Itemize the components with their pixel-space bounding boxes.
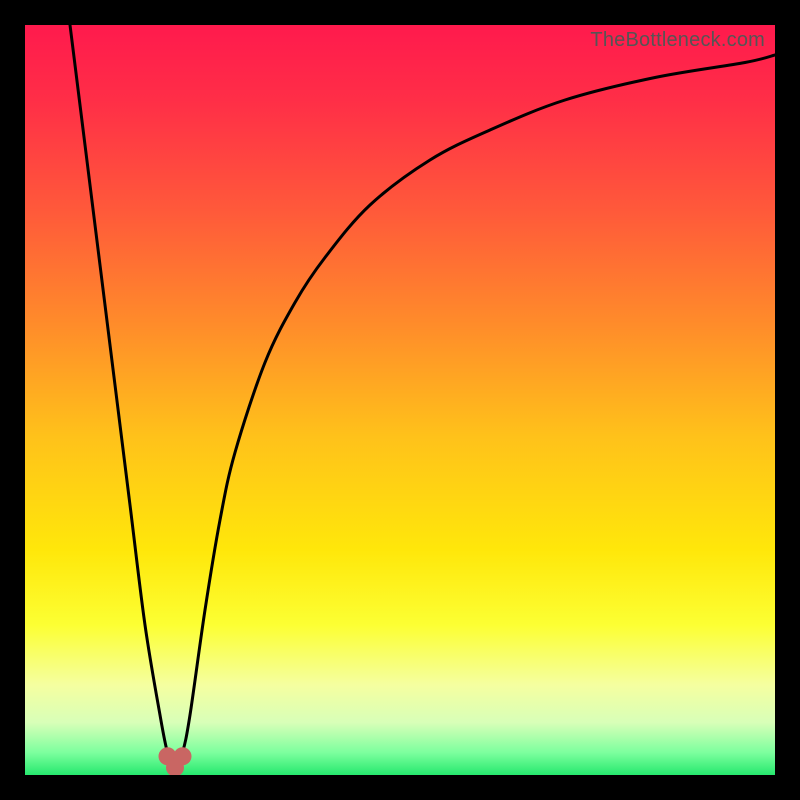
outer-frame: TheBottleneck.com [0, 0, 800, 800]
plot-area: TheBottleneck.com [25, 25, 775, 775]
watermark-text: TheBottleneck.com [590, 29, 765, 52]
optimal-marker-cluster [25, 25, 775, 775]
optimal-point-marker [174, 747, 192, 765]
